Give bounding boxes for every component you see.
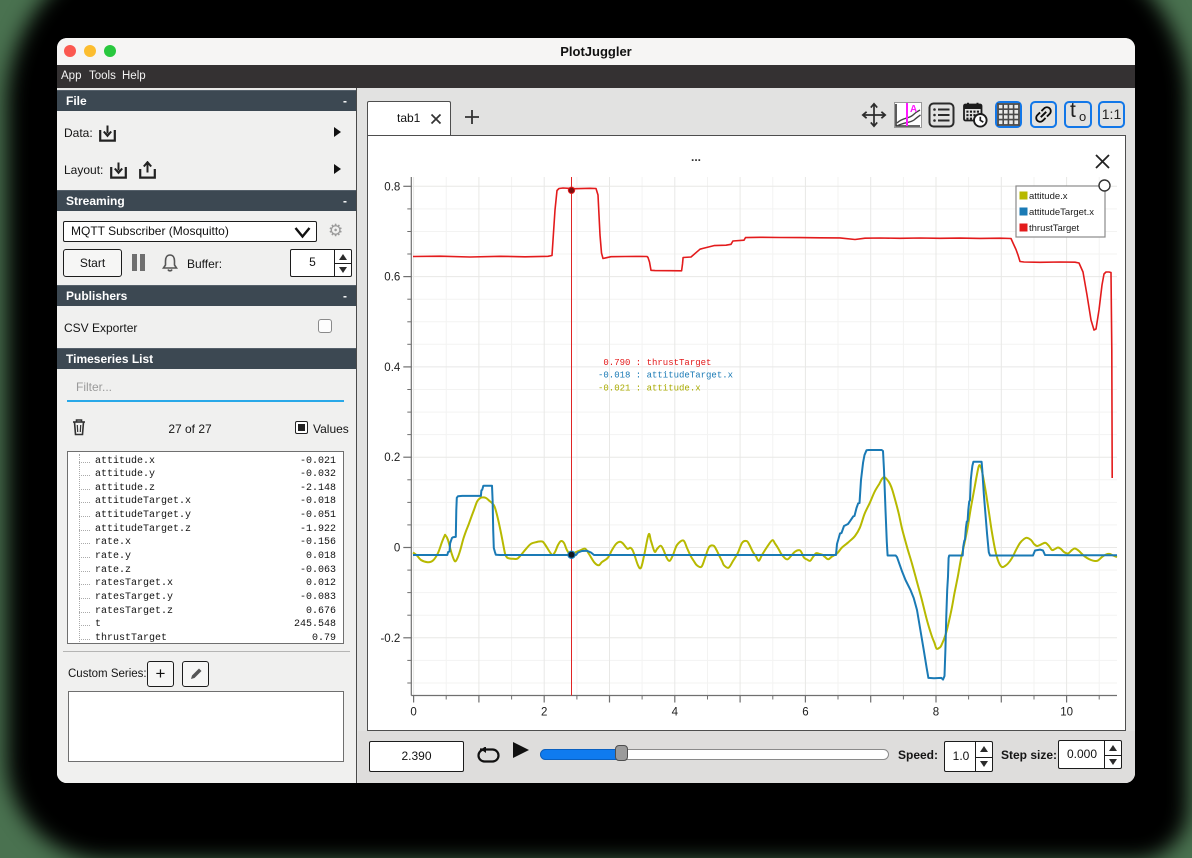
svg-text:-0.2: -0.2 [380, 632, 400, 644]
svg-text:0: 0 [410, 706, 416, 718]
svg-text:thrustTarget: thrustTarget [1029, 223, 1080, 234]
svg-text:2: 2 [540, 706, 546, 718]
svg-text:0.6: 0.6 [384, 271, 400, 283]
svg-text:0: 0 [393, 542, 399, 554]
svg-text:0.2: 0.2 [384, 452, 400, 464]
svg-text:10: 10 [1060, 706, 1073, 718]
svg-text:-0.018 : attitudeTarget.x: -0.018 : attitudeTarget.x [598, 370, 733, 380]
svg-text:8: 8 [932, 706, 938, 718]
svg-text:...: ... [691, 150, 701, 164]
svg-text:0.4: 0.4 [384, 361, 401, 373]
svg-text:attitudeTarget.x: attitudeTarget.x [1029, 207, 1094, 218]
svg-text:A: A [910, 104, 917, 115]
svg-text:0.790 : thrustTarget: 0.790 : thrustTarget [598, 358, 711, 368]
svg-text:0.8: 0.8 [384, 181, 400, 193]
svg-text:4: 4 [671, 706, 678, 718]
svg-text:6: 6 [802, 706, 808, 718]
svg-text:-0.021 : attitude.x: -0.021 : attitude.x [598, 383, 701, 393]
svg-text:attitude.x: attitude.x [1029, 191, 1068, 202]
